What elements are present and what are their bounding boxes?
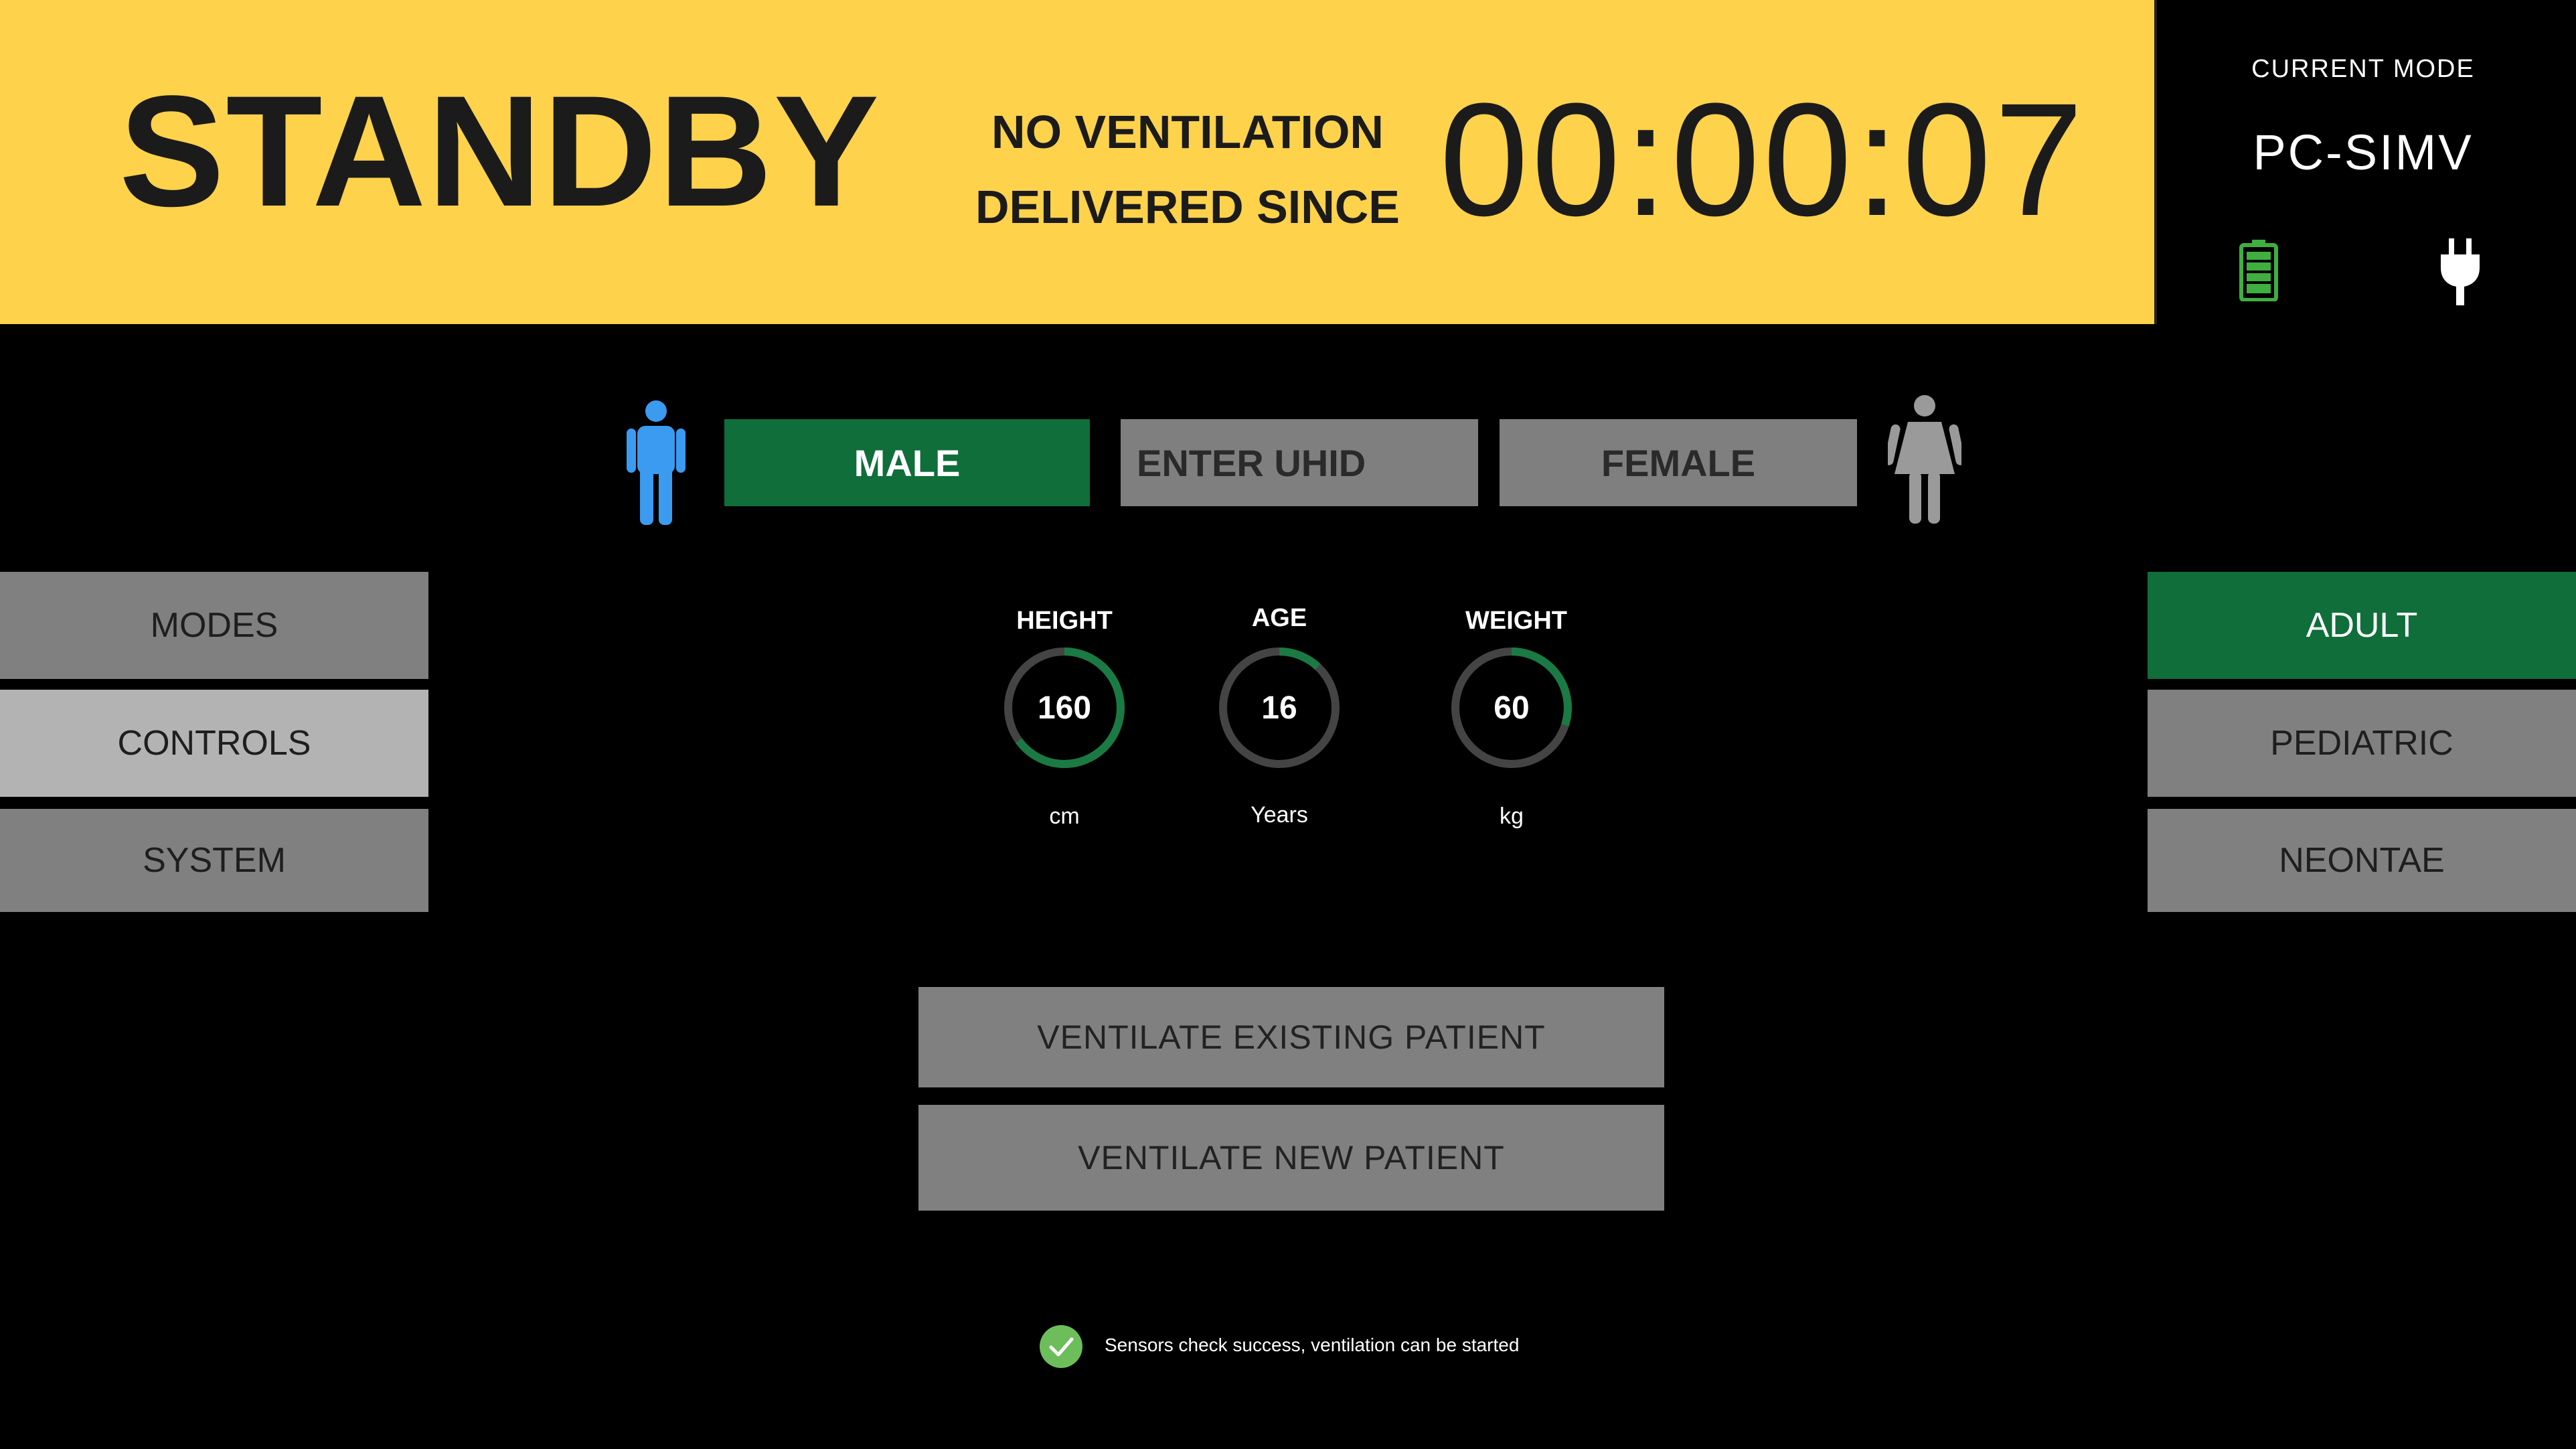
current-mode-value[interactable]: PC-SIMV <box>2209 124 2517 181</box>
nav-system-button[interactable]: SYSTEM <box>0 809 428 912</box>
age-unit: Years <box>1251 802 1308 828</box>
height-unit: cm <box>1049 804 1080 829</box>
battery-full-icon <box>2239 240 2278 301</box>
weight-unit: kg <box>1500 804 1524 829</box>
neonate-button[interactable]: NEONTAE <box>2148 809 2576 912</box>
height-value: 160 <box>1037 690 1092 726</box>
no-ventilation-label: NO VENTILATION <box>991 106 1384 158</box>
nav-modes-button[interactable]: MODES <box>0 572 428 679</box>
age-label: AGE <box>1251 604 1307 632</box>
power-plug-icon <box>2441 238 2480 305</box>
female-button[interactable]: FEMALE <box>1500 419 1857 506</box>
ventilate-existing-patient-button[interactable]: VENTILATE EXISTING PATIENT <box>918 987 1664 1087</box>
weight-dial[interactable]: 60 <box>1448 644 1575 771</box>
status-message: Sensors check success, ventilation can b… <box>1105 1334 1520 1355</box>
nav-controls-button[interactable]: CONTROLS <box>0 690 428 797</box>
elapsed-timer: 00:00:07 <box>1439 70 2087 249</box>
female-icon <box>1888 395 1961 524</box>
standby-title: STANDBY <box>119 63 881 240</box>
age-dial[interactable]: 16 <box>1216 644 1343 771</box>
male-icon <box>627 400 686 525</box>
male-button[interactable]: MALE <box>724 419 1090 506</box>
ventilate-new-patient-button[interactable]: VENTILATE NEW PATIENT <box>918 1105 1664 1211</box>
weight-label: WEIGHT <box>1465 607 1567 635</box>
current-mode-label: CURRENT MODE <box>2251 55 2475 83</box>
height-label: HEIGHT <box>1016 607 1113 635</box>
check-circle-icon <box>1040 1325 1082 1368</box>
delivered-since-label: DELIVERED SINCE <box>975 181 1400 233</box>
weight-value: 60 <box>1494 690 1530 726</box>
uhid-input[interactable] <box>1121 419 1478 506</box>
age-value: 16 <box>1261 690 1297 726</box>
pediatric-button[interactable]: PEDIATRIC <box>2148 690 2576 797</box>
adult-button[interactable]: ADULT <box>2148 572 2576 679</box>
height-dial[interactable]: 160 <box>1001 644 1128 771</box>
